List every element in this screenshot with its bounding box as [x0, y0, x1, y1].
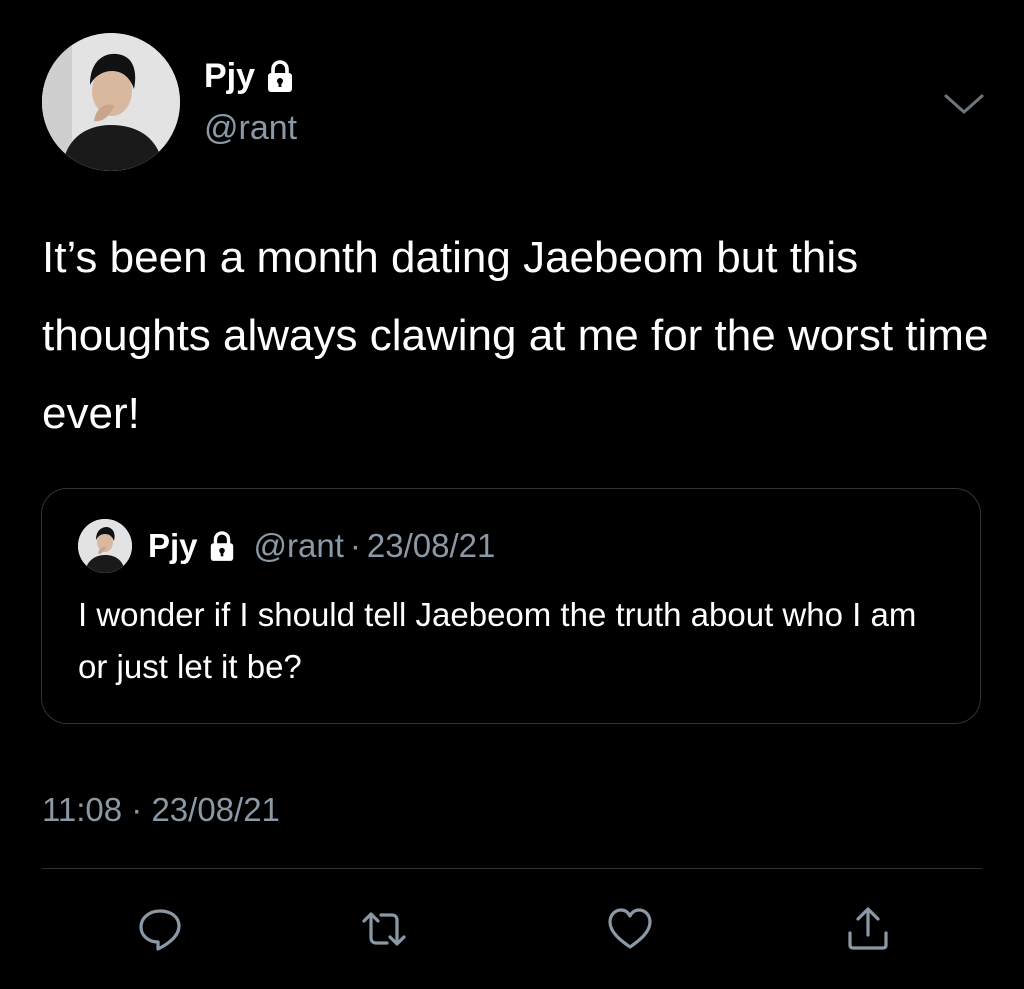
share-button[interactable] — [844, 905, 892, 953]
quoted-author-handle: @rant — [253, 527, 344, 564]
divider — [42, 868, 982, 869]
retweet-button[interactable] — [360, 905, 408, 953]
quoted-tweet-card[interactable]: Pjy @rant · 23/08/21 I wonder if I shoul… — [41, 488, 981, 724]
tweet-timestamp[interactable]: 11:08 · 23/08/21 — [42, 789, 280, 831]
profile-photo-icon — [78, 519, 132, 573]
author-name[interactable]: Pjy — [204, 56, 255, 96]
profile-photo-icon — [42, 33, 180, 171]
author-avatar[interactable] — [42, 33, 180, 171]
heart-icon — [608, 908, 652, 949]
lock-icon — [208, 530, 236, 562]
quoted-author-name: Pjy — [148, 527, 198, 564]
like-button[interactable] — [606, 905, 654, 953]
tweet-detail: Pjy @rant It’s been a month dating Jaebe… — [0, 0, 1024, 989]
quoted-tweet-text: I wonder if I should tell Jaebeom the tr… — [78, 596, 917, 685]
tweet-text: It’s been a month dating Jaebeom but thi… — [42, 233, 989, 438]
reply-icon — [139, 909, 181, 951]
lock-icon — [265, 59, 295, 93]
quoted-author-avatar[interactable] — [78, 519, 132, 573]
author-name-row: Pjy — [204, 56, 295, 96]
retweet-icon — [362, 912, 406, 946]
more-options-button[interactable] — [942, 86, 986, 120]
quoted-tweet-date: 23/08/21 — [366, 527, 496, 564]
author-handle[interactable]: @rant — [204, 108, 297, 148]
reply-button[interactable] — [136, 905, 184, 953]
share-icon — [848, 907, 888, 950]
separator-dot: · — [349, 527, 361, 564]
chevron-down-icon — [944, 94, 984, 114]
quoted-tweet-header: Pjy @rant · 23/08/21 — [148, 525, 495, 567]
